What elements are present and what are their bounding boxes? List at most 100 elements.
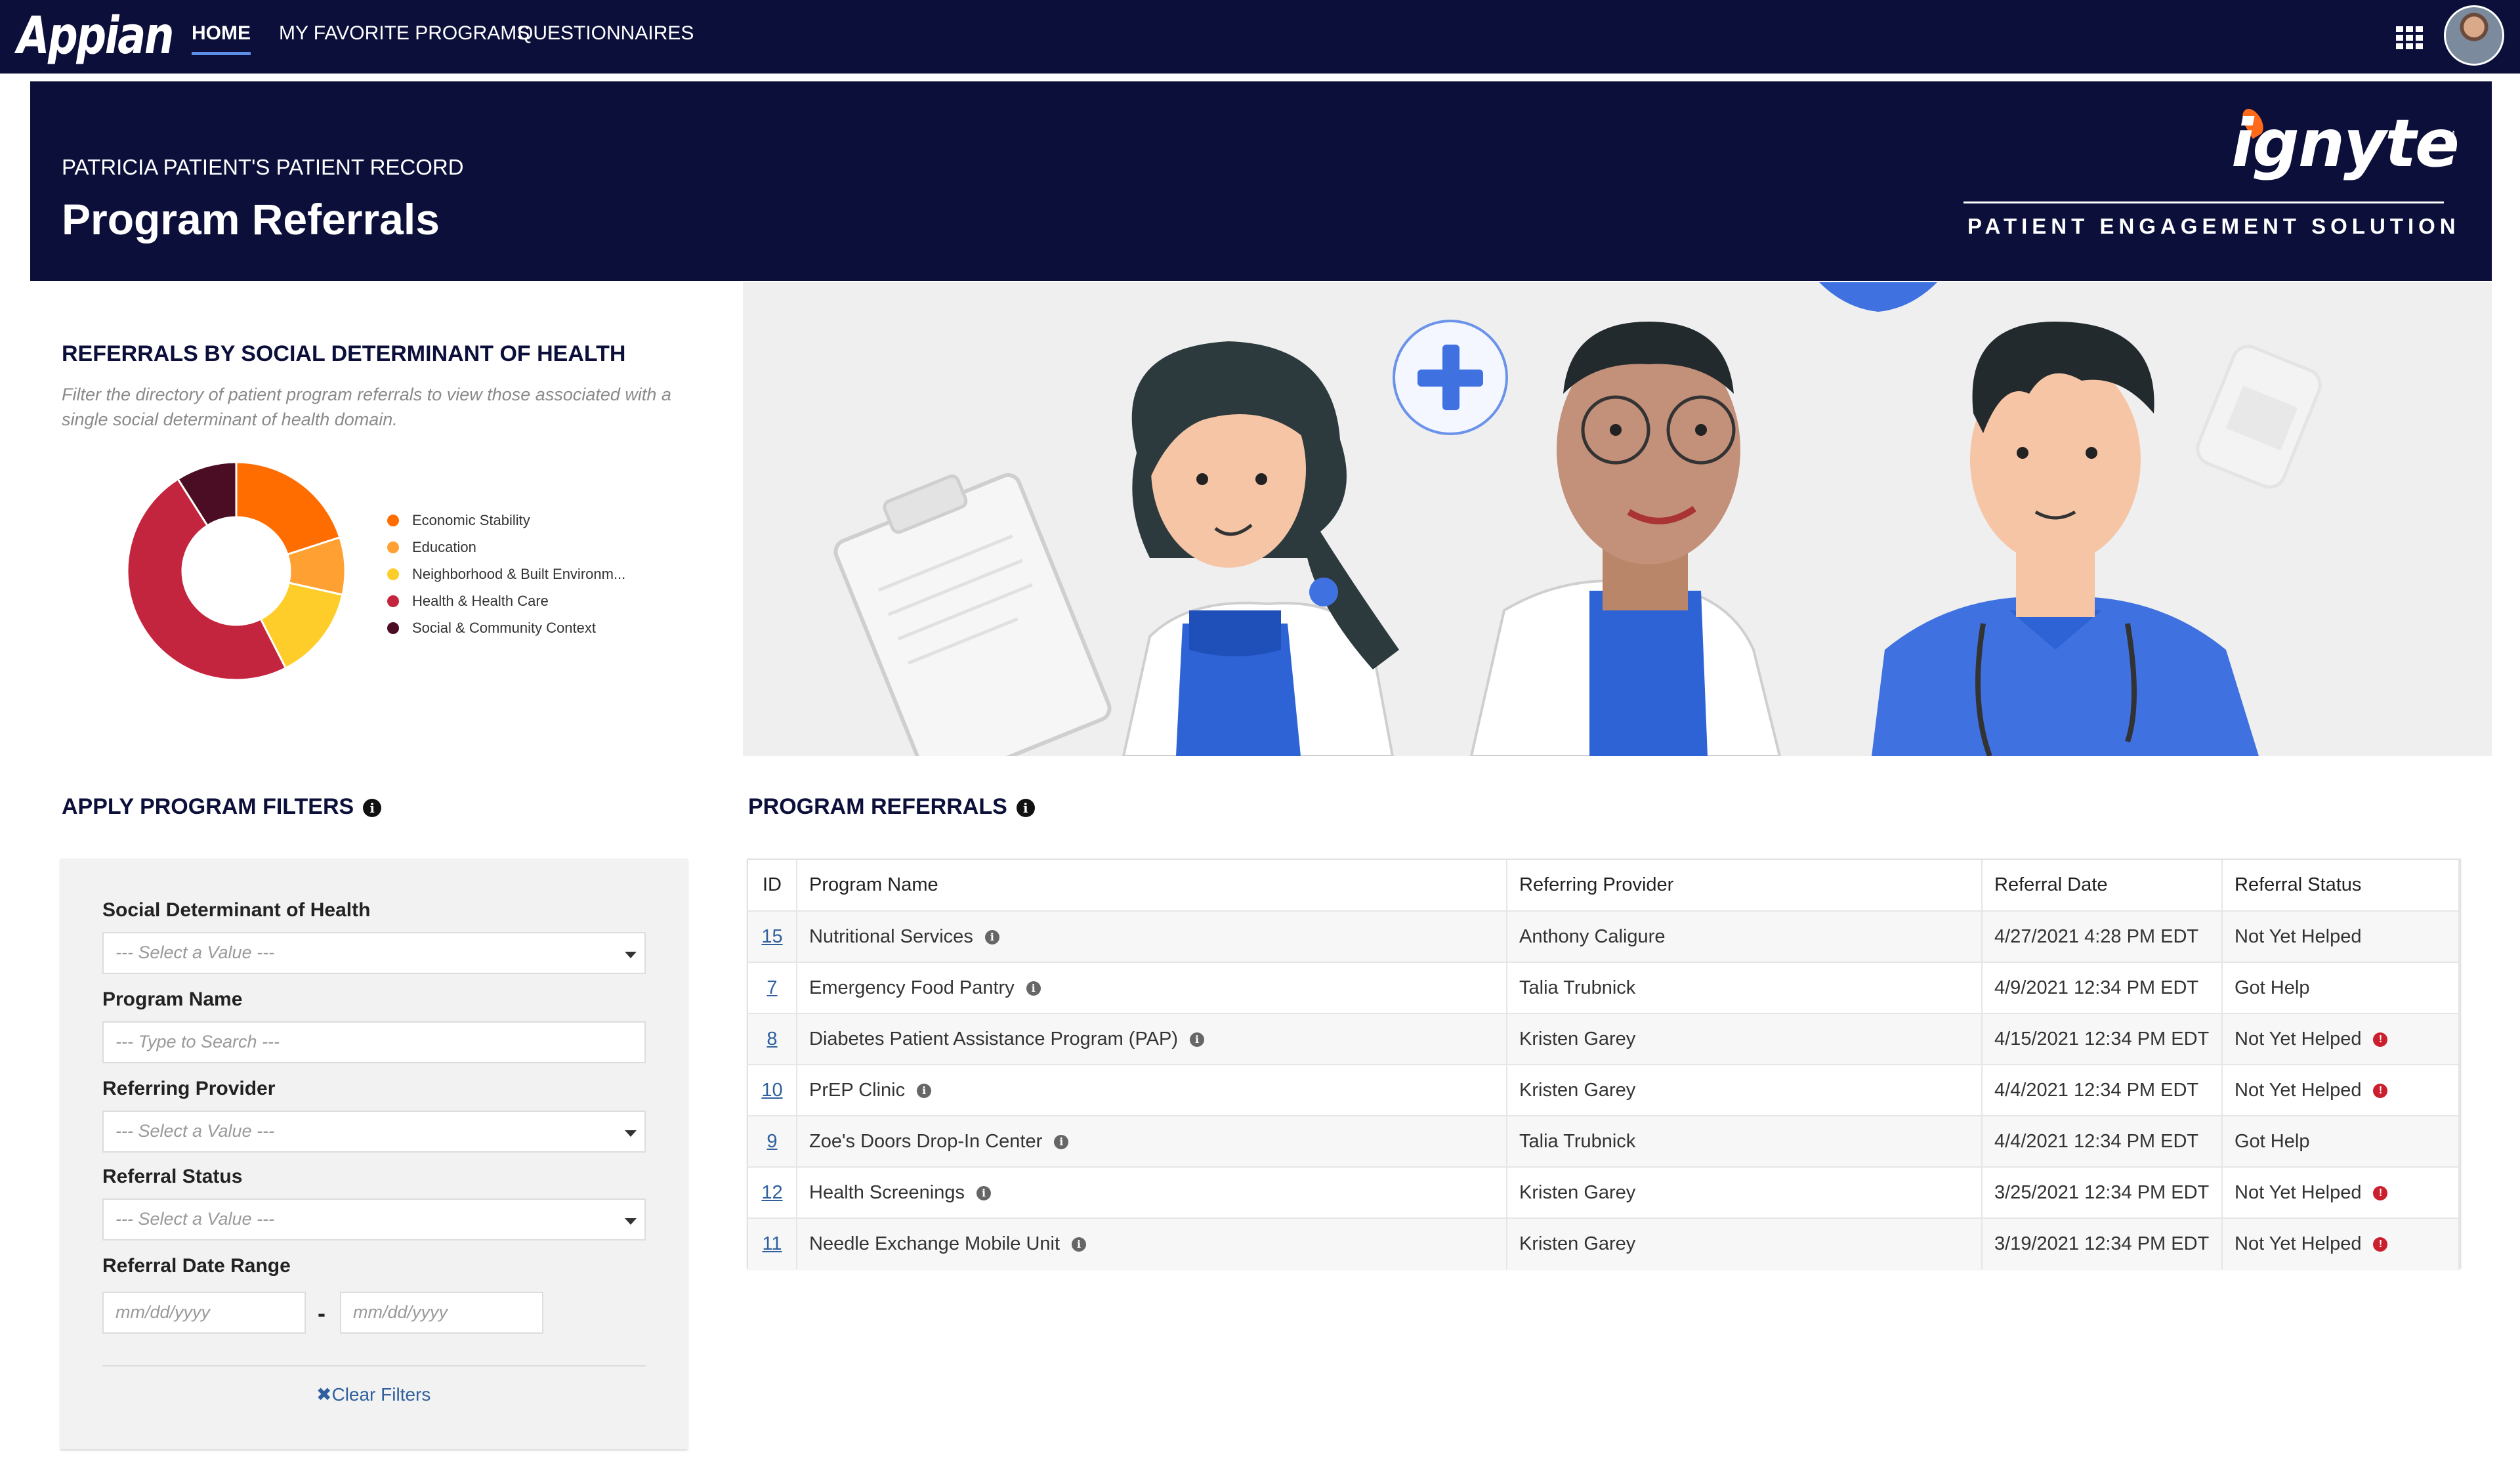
clear-filters-link[interactable]: ✖Clear Filters: [316, 1384, 430, 1405]
legend-item[interactable]: Education: [387, 534, 625, 561]
nav-tab-home[interactable]: HOME: [192, 22, 251, 55]
info-icon[interactable]: i: [1016, 799, 1035, 818]
legend-label: Education: [412, 538, 476, 555]
table-row: 8 Diabetes Patient Assistance Program (PA…: [748, 1013, 2460, 1065]
referral-date-cell: 4/27/2021 4:28 PM EDT: [1982, 910, 2223, 962]
status-filter-dropdown[interactable]: --- Select a Value ---: [102, 1198, 646, 1240]
nav-tab-questionnaires[interactable]: QUESTIONNAIRES: [518, 22, 694, 45]
medical-cross-icon: [1393, 320, 1508, 435]
info-icon[interactable]: i: [1190, 1032, 1204, 1047]
program-name-cell: PrEP Clinic i: [797, 1064, 1507, 1116]
user-avatar[interactable]: [2444, 5, 2504, 66]
date-to-placeholder: mm/dd/yyyy: [353, 1302, 448, 1322]
legend-label: Economic Stability: [412, 511, 530, 528]
nav-separator: [0, 74, 2520, 80]
info-icon[interactable]: i: [984, 929, 999, 944]
program-name-cell: Needle Exchange Mobile Unit i: [797, 1218, 1507, 1269]
program-name-search-input[interactable]: --- Type to Search ---: [102, 1021, 646, 1063]
program-name-cell: Health Screenings i: [797, 1166, 1507, 1218]
referral-id-link[interactable]: 11: [748, 1218, 797, 1269]
legend-item[interactable]: Economic Stability: [387, 507, 625, 534]
filters-panel: Social Determinant of Health --- Select …: [60, 859, 688, 1449]
referral-status-cell: Not Yet Helped!: [2222, 1218, 2460, 1269]
table-row: 7 Emergency Food Pantry i Talia Trubnick 4/9…: [748, 962, 2460, 1013]
sdoh-filter-dropdown[interactable]: --- Select a Value ---: [102, 932, 646, 974]
referral-id-link[interactable]: 8: [748, 1013, 797, 1065]
app-grid-icon[interactable]: [2396, 26, 2424, 49]
referral-id-link[interactable]: 15: [748, 910, 797, 962]
chevron-down-icon: [625, 1130, 637, 1137]
info-icon[interactable]: i: [1072, 1237, 1087, 1252]
legend-item[interactable]: Social & Community Context: [387, 614, 625, 641]
referring-provider-cell: Kristen Garey: [1507, 1218, 1983, 1269]
pill-bottle-icon: [2196, 345, 2322, 489]
referrals-table: ID Program Name Referring Provider Refer…: [747, 859, 2461, 1269]
info-icon[interactable]: i: [363, 799, 382, 818]
info-icon[interactable]: i: [1054, 1134, 1069, 1149]
female-doctor-illustration: [1122, 341, 1399, 756]
referral-status-text: Not Yet Helped: [2235, 925, 2362, 947]
chevron-down-icon: [625, 1218, 637, 1225]
provider-filter-dropdown[interactable]: --- Select a Value ---: [102, 1111, 646, 1153]
referral-status-text: Not Yet Helped: [2235, 1079, 2362, 1101]
shield-icon: [1819, 282, 1937, 312]
status-filter-placeholder: --- Select a Value ---: [116, 1209, 275, 1229]
nav-tab-my-favorite-programs[interactable]: MY FAVORITE PROGRAMS: [279, 22, 530, 45]
column-header-referral-date[interactable]: Referral Date: [1982, 860, 2223, 911]
date-to-input[interactable]: mm/dd/yyyy: [340, 1292, 543, 1334]
referral-date-cell: 3/25/2021 12:34 PM EDT: [1982, 1166, 2223, 1218]
legend-swatch: [387, 568, 399, 580]
program-name-cell: Nutritional Services i: [797, 910, 1507, 962]
filters-title-text: APPLY PROGRAM FILTERS: [62, 794, 354, 819]
legend-swatch: [387, 622, 399, 634]
legend-label: Health & Health Care: [412, 592, 549, 609]
sdoh-chart-title: REFERRALS BY SOCIAL DETERMINANT OF HEALT…: [62, 341, 626, 366]
table-row: 11 Needle Exchange Mobile Unit i Kristen Ga…: [748, 1218, 2460, 1269]
info-icon[interactable]: i: [1026, 981, 1041, 996]
legend-label: Social & Community Context: [412, 619, 596, 636]
brand-divider: [1964, 201, 2444, 203]
referral-id-link[interactable]: 7: [748, 962, 797, 1013]
column-header-program-name[interactable]: Program Name: [797, 860, 1507, 911]
referrals-title: PROGRAM REFERRALS i: [748, 794, 1035, 820]
appian-logo[interactable]: Appian: [17, 7, 174, 66]
program-name-text: Needle Exchange Mobile Unit: [809, 1233, 1060, 1254]
legend-item[interactable]: Neighborhood & Built Environm...: [387, 561, 625, 587]
filters-divider: [102, 1365, 646, 1367]
column-header-referring-provider[interactable]: Referring Provider: [1507, 860, 1983, 911]
referral-status-text: Got Help: [2235, 1130, 2310, 1152]
legend-item[interactable]: Health & Health Care: [387, 587, 625, 614]
sdoh-filter-label: Social Determinant of Health: [102, 899, 371, 921]
page-subtitle: PATRICIA PATIENT'S PATIENT RECORD: [62, 155, 464, 179]
table-row: 10 PrEP Clinic i Kristen Garey 4/4/2021 12:3…: [748, 1064, 2460, 1116]
sdoh-donut-chart[interactable]: [125, 459, 348, 683]
referral-status-cell: Not Yet Helped!: [2222, 1013, 2460, 1065]
referring-provider-cell: Anthony Caligure: [1507, 910, 1983, 962]
program-name-placeholder: --- Type to Search ---: [116, 1032, 280, 1051]
referral-date-cell: 3/19/2021 12:34 PM EDT: [1982, 1218, 2223, 1269]
referral-id-link[interactable]: 12: [748, 1166, 797, 1218]
referral-status-text: Not Yet Helped: [2235, 1028, 2362, 1050]
referral-date-cell: 4/15/2021 12:34 PM EDT: [1982, 1013, 2223, 1065]
donut-slice[interactable]: [235, 461, 341, 556]
info-icon[interactable]: i: [976, 1185, 991, 1200]
sdoh-filter-placeholder: --- Select a Value ---: [116, 943, 275, 962]
doctors-illustration: [743, 282, 2492, 756]
male-doctor-scrubs-illustration: [1872, 322, 2259, 756]
program-name-text: PrEP Clinic: [809, 1079, 906, 1101]
referral-id-link[interactable]: 9: [748, 1115, 797, 1167]
date-from-input[interactable]: mm/dd/yyyy: [102, 1292, 306, 1334]
legend-swatch: [387, 541, 399, 553]
clipboard-icon: [833, 473, 1112, 756]
program-name-cell: Diabetes Patient Assistance Program (PAP…: [797, 1013, 1507, 1065]
column-header-referral-status[interactable]: Referral Status: [2222, 860, 2460, 911]
column-header-id[interactable]: ID: [748, 860, 797, 911]
date-range-label: Referral Date Range: [102, 1255, 291, 1277]
info-icon[interactable]: i: [917, 1083, 932, 1098]
alert-icon: !: [2373, 1032, 2388, 1047]
referring-provider-cell: Kristen Garey: [1507, 1064, 1983, 1116]
referring-provider-cell: Kristen Garey: [1507, 1166, 1983, 1218]
referral-id-link[interactable]: 10: [748, 1064, 797, 1116]
table-row: 9 Zoe's Doors Drop-In Center i Talia Trubni…: [748, 1115, 2460, 1167]
header-banner: [30, 81, 2492, 281]
